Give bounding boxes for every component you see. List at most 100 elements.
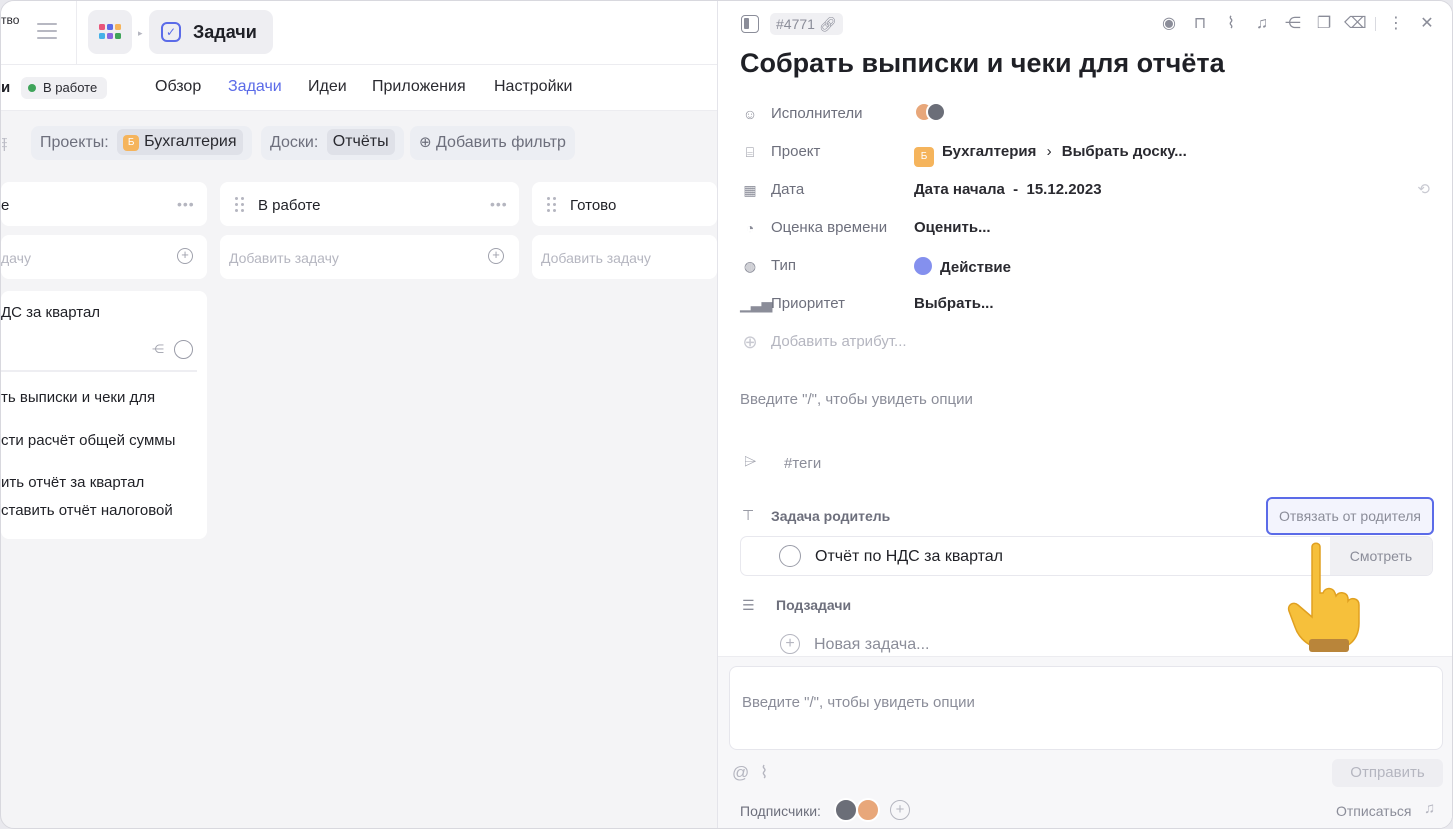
top-bar: тво ▸ ✓ Задачи [1, 1, 717, 65]
tab-settings[interactable]: Настройки [494, 78, 572, 96]
chevron-right-icon: › [1046, 143, 1052, 160]
project-badge: Б [123, 135, 140, 151]
subtasks-tree-icon[interactable]: ⋲ [1282, 13, 1304, 35]
lock-icon[interactable]: ⊓ [1189, 13, 1211, 35]
more-vertical-icon[interactable]: ⋮ [1385, 13, 1407, 35]
date-value[interactable]: Дата начала - 15.12.2023 [914, 181, 1102, 198]
add-task-input[interactable]: Добавить задачу + [220, 235, 519, 279]
project-name: и [1, 79, 11, 96]
filter-sliders-icon[interactable]: ⫶|⫶ [1, 135, 7, 152]
subtasks-icon: ☰ [742, 597, 755, 613]
attr-assignees[interactable]: ☺ Исполнители [740, 102, 1430, 126]
eye-icon[interactable]: ◉ [1158, 13, 1180, 35]
description-editor[interactable]: Введите "/", чтобы увидеть опции [740, 391, 973, 408]
more-icon[interactable]: ••• [490, 196, 508, 212]
board-select[interactable]: Выбрать доску... [1062, 143, 1187, 160]
check-square-icon: ✓ [161, 22, 181, 42]
menu-icon[interactable] [37, 23, 57, 39]
unsubscribe-link[interactable]: Отписаться [1336, 803, 1411, 819]
project-name: Бухгалтерия [942, 143, 1037, 160]
more-icon[interactable]: ••• [177, 196, 195, 212]
project-value[interactable]: Б Бухгалтерия › Выбрать доску... [914, 143, 1187, 167]
filter-boards-label: Доски: [270, 134, 319, 151]
task-card[interactable]: ДС за квартал ⋲ ть выписки и чеки для ст… [1, 291, 207, 539]
comment-input[interactable]: Введите "/", чтобы увидеть опции [729, 666, 1443, 750]
attr-estimate[interactable]: ◔ Оценка времени Оценить... [740, 216, 1430, 240]
task-id-badge[interactable]: #4771 🔗︎ [770, 13, 843, 35]
divider [76, 1, 77, 65]
drag-handle-icon[interactable] [235, 196, 245, 212]
subtasks-section-label: Подзадачи [776, 597, 852, 613]
subtask-item[interactable]: сти расчёт общей суммы [1, 432, 175, 449]
avatar [926, 102, 946, 122]
tags-input[interactable]: #теги [784, 455, 821, 472]
task-title[interactable]: Собрать выписки и чеки для отчёта [740, 48, 1225, 79]
close-icon[interactable]: ✕ [1416, 13, 1438, 35]
sidebar-toggle-icon[interactable] [741, 15, 759, 33]
add-task-input[interactable]: дачу + [1, 235, 207, 279]
filter-boards-value[interactable]: Отчёты [326, 129, 395, 155]
add-task-placeholder: Добавить задачу [229, 250, 339, 266]
attr-label: Оценка времени [771, 219, 888, 236]
calendar-icon: ▦ [743, 182, 757, 198]
subtask-item[interactable]: ставить отчёт налоговой [1, 502, 173, 519]
new-subtask-input[interactable]: Новая задача... [814, 636, 929, 654]
tab-overview[interactable]: Обзор [155, 78, 201, 96]
app-tab-tasks[interactable]: ✓ Задачи [149, 10, 273, 54]
add-task-input[interactable]: Добавить задачу [532, 235, 717, 279]
trash-icon[interactable]: ⌫ [1344, 13, 1367, 35]
column-title: е [1, 197, 10, 214]
type-value-label: Действие [940, 259, 1011, 276]
priority-value[interactable]: Выбрать... [914, 295, 993, 312]
add-task-placeholder: дачу [1, 250, 31, 266]
attr-type[interactable]: ◍ Тип Действие [740, 254, 1430, 278]
parent-task-title[interactable]: Отчёт по НДС за квартал [815, 548, 1003, 566]
attr-label: Приоритет [771, 295, 845, 312]
mention-icon[interactable]: @ [732, 763, 749, 783]
filter-projects[interactable]: Проекты: Б Бухгалтерия [31, 126, 252, 160]
subtask-item[interactable]: ить отчёт за квартал [1, 474, 144, 491]
add-attribute-button[interactable]: ⊕ Добавить атрибут... [740, 330, 1430, 354]
plus-circle-icon[interactable]: + [488, 248, 504, 264]
project-badge: Б [914, 147, 934, 167]
apps-button[interactable] [88, 10, 132, 54]
column-header: В работе ••• [220, 182, 519, 226]
paperclip-icon[interactable]: ⌇ [1220, 13, 1242, 35]
copy-icon[interactable]: ❐ [1313, 13, 1335, 35]
plus-circle-icon[interactable]: + [780, 634, 800, 654]
progress-divider [1, 370, 197, 372]
add-subscriber-icon[interactable]: + [890, 800, 910, 820]
tab-tasks[interactable]: Задачи [228, 78, 282, 96]
subtask-item[interactable]: ть выписки и чеки для [1, 389, 155, 406]
bell-icon[interactable]: ♫ [1251, 13, 1273, 35]
add-filter-button[interactable]: ⊕ Добавить фильтр [410, 126, 575, 160]
tab-apps[interactable]: Приложения [372, 78, 466, 96]
estimate-value[interactable]: Оценить... [914, 219, 991, 236]
filter-projects-value[interactable]: Б Бухгалтерия [117, 129, 243, 155]
add-attribute-label: Добавить атрибут... [771, 333, 907, 350]
plus-circle-icon: ⊕ [419, 134, 432, 151]
avatar[interactable] [834, 798, 858, 822]
attr-priority[interactable]: ▁▃▅ Приоритет Выбрать... [740, 292, 1430, 316]
avatar[interactable] [856, 798, 880, 822]
send-button[interactable]: Отправить [1332, 759, 1443, 787]
bell-off-icon[interactable]: ♫ [1424, 800, 1435, 817]
attr-date[interactable]: ▦ Дата Дата начала - 15.12.2023 ⟲ [740, 178, 1430, 202]
paperclip-icon[interactable]: ⌇ [760, 763, 768, 783]
attr-project[interactable]: ⌸ Проект Б Бухгалтерия › Выбрать доску... [740, 140, 1430, 167]
status-badge[interactable]: В работе [21, 77, 108, 99]
status-dot-icon [28, 84, 36, 92]
project-nav: и В работе Обзор Задачи Идеи Приложения … [1, 65, 717, 111]
assignee-avatars[interactable] [914, 102, 946, 122]
unlink-parent-button[interactable]: Отвязать от родителя [1266, 497, 1434, 535]
tab-ideas[interactable]: Идеи [308, 78, 347, 96]
drag-handle-icon[interactable] [547, 196, 557, 212]
plus-circle-icon[interactable]: + [177, 248, 193, 264]
repeat-icon[interactable]: ⟲ [1417, 180, 1430, 198]
complete-checkbox[interactable] [174, 340, 193, 359]
timer-icon: ◔ [745, 220, 755, 236]
workspace-name[interactable]: тво [1, 13, 19, 27]
filter-boards[interactable]: Доски: Отчёты [261, 126, 404, 160]
type-value[interactable]: Действие [914, 257, 1011, 276]
complete-checkbox[interactable] [779, 545, 801, 567]
